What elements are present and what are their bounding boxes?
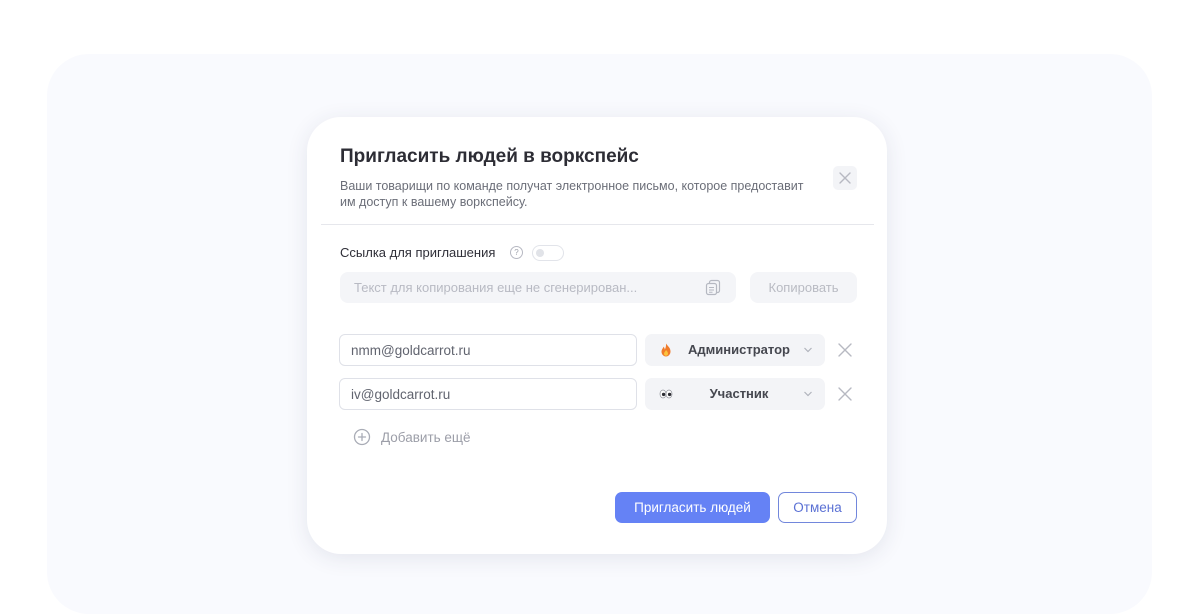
- chevron-down-icon: [804, 347, 812, 353]
- header-divider: [321, 224, 874, 225]
- role-select[interactable]: Администратор: [645, 334, 825, 366]
- chevron-down-icon: [804, 391, 812, 397]
- role-label: Администратор: [688, 342, 790, 357]
- invite-people-button[interactable]: Пригласить людей: [615, 492, 770, 523]
- copy-button[interactable]: Копировать: [750, 272, 857, 303]
- remove-invite-button[interactable]: [836, 385, 854, 403]
- add-more-label: Добавить ещё: [381, 429, 471, 445]
- invite-link-label: Ссылка для приглашения: [340, 245, 496, 260]
- help-icon[interactable]: ?: [510, 246, 523, 259]
- add-more-button[interactable]: Добавить ещё: [353, 427, 471, 447]
- email-field[interactable]: [339, 378, 637, 410]
- invite-link-toggle[interactable]: [532, 245, 564, 261]
- close-button[interactable]: [833, 166, 857, 190]
- toggle-knob: [536, 249, 544, 257]
- close-icon: [839, 172, 851, 184]
- invite-dialog: Пригласить людей в воркспейс Ваши товари…: [307, 117, 887, 554]
- invite-link-field[interactable]: [340, 272, 736, 303]
- email-field[interactable]: [339, 334, 637, 366]
- role-select[interactable]: Участник: [645, 378, 825, 410]
- dialog-title: Пригласить людей в воркспейс: [340, 146, 639, 167]
- role-label: Участник: [709, 386, 769, 401]
- close-icon: [838, 387, 852, 401]
- dialog-subtitle: Ваши товарищи по команде получат электро…: [340, 179, 804, 209]
- remove-invite-button[interactable]: [836, 341, 854, 359]
- plus-circle-icon: [353, 428, 371, 446]
- cancel-button[interactable]: Отмена: [778, 492, 857, 523]
- close-icon: [838, 343, 852, 357]
- copy-icon[interactable]: [705, 279, 721, 296]
